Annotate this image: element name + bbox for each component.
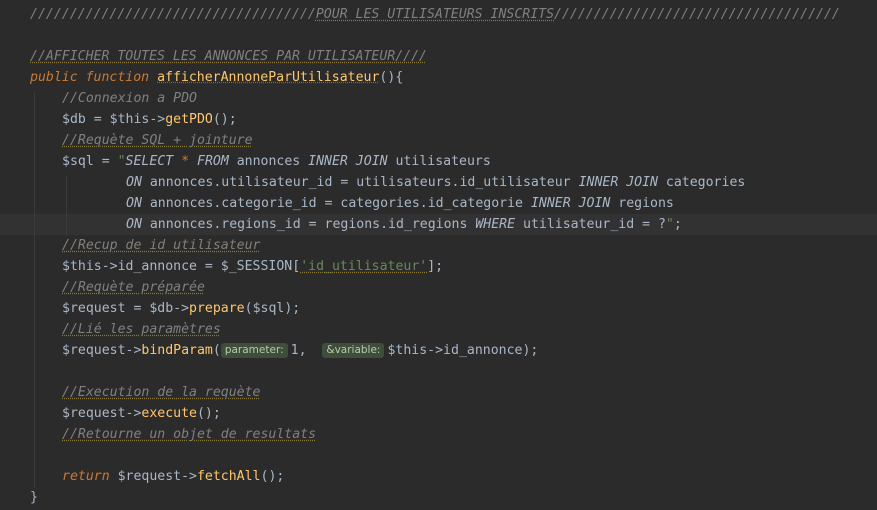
code-line-10: ON annonces.regions_id = regions.id_regi…: [126, 217, 682, 232]
code-line-16: $request->bindParam(parameter: 1, &variab…: [62, 343, 539, 358]
code-line-19: $request->execute();: [62, 406, 221, 421]
code-line-20: //Retourne un objet de resultats: [62, 427, 317, 442]
code-line-12: $this->id_annonce = $_SESSION['id_utilis…: [62, 259, 444, 274]
code-line-15: //Lié les paramètres: [62, 322, 221, 337]
code-line-22: return $request->fetchAll();: [62, 469, 285, 484]
code-line-14: $request = $db->prepare($sql);: [62, 301, 301, 316]
indent-guide: [66, 176, 67, 236]
code-line-7: $sql = "SELECT * FROM annonces INNER JOI…: [62, 154, 491, 169]
code-line-2: //AFFICHER TOUTES LES ANNONCES PAR UTILI…: [30, 49, 427, 64]
method-call[interactable]: getPDO: [165, 112, 213, 127]
code-line-5: $db = $this->getPDO();: [62, 112, 237, 127]
function-name[interactable]: afficherAnnoneParUtilisateur: [157, 70, 379, 85]
code-line-6: //Requète SQL + jointure: [62, 133, 253, 148]
method-call[interactable]: fetchAll: [197, 469, 261, 484]
code-line-18: //Execution de la requète: [62, 385, 261, 400]
closing-brace: }: [30, 490, 38, 505]
code-line-3: public function afficherAnnoneParUtilisa…: [30, 70, 404, 85]
method-call[interactable]: execute: [141, 406, 197, 421]
code-line-13: //Requète préparée: [62, 280, 205, 295]
code-line-23: }: [30, 487, 38, 508]
indent-guide: [34, 92, 35, 488]
code-line-4: //Connexion a PDO: [62, 91, 197, 106]
parameter-hint: &variable:: [322, 343, 385, 358]
code-line-11: //Recup de id utilisateur: [62, 238, 261, 253]
method-call[interactable]: bindParam: [141, 343, 212, 358]
code-line-8: ON annonces.utilisateur_id = utilisateur…: [126, 175, 746, 190]
method-call[interactable]: prepare: [189, 301, 245, 316]
section-title: POUR LES UTILISATEURS INSCRITS: [315, 7, 555, 22]
code-editor[interactable]: ////////////////////////////////////POUR…: [0, 0, 877, 510]
parameter-hint: parameter:: [220, 343, 288, 358]
code-line-1: ////////////////////////////////////POUR…: [30, 7, 840, 22]
code-line-9: ON annonces.categorie_id = categories.id…: [126, 196, 674, 211]
